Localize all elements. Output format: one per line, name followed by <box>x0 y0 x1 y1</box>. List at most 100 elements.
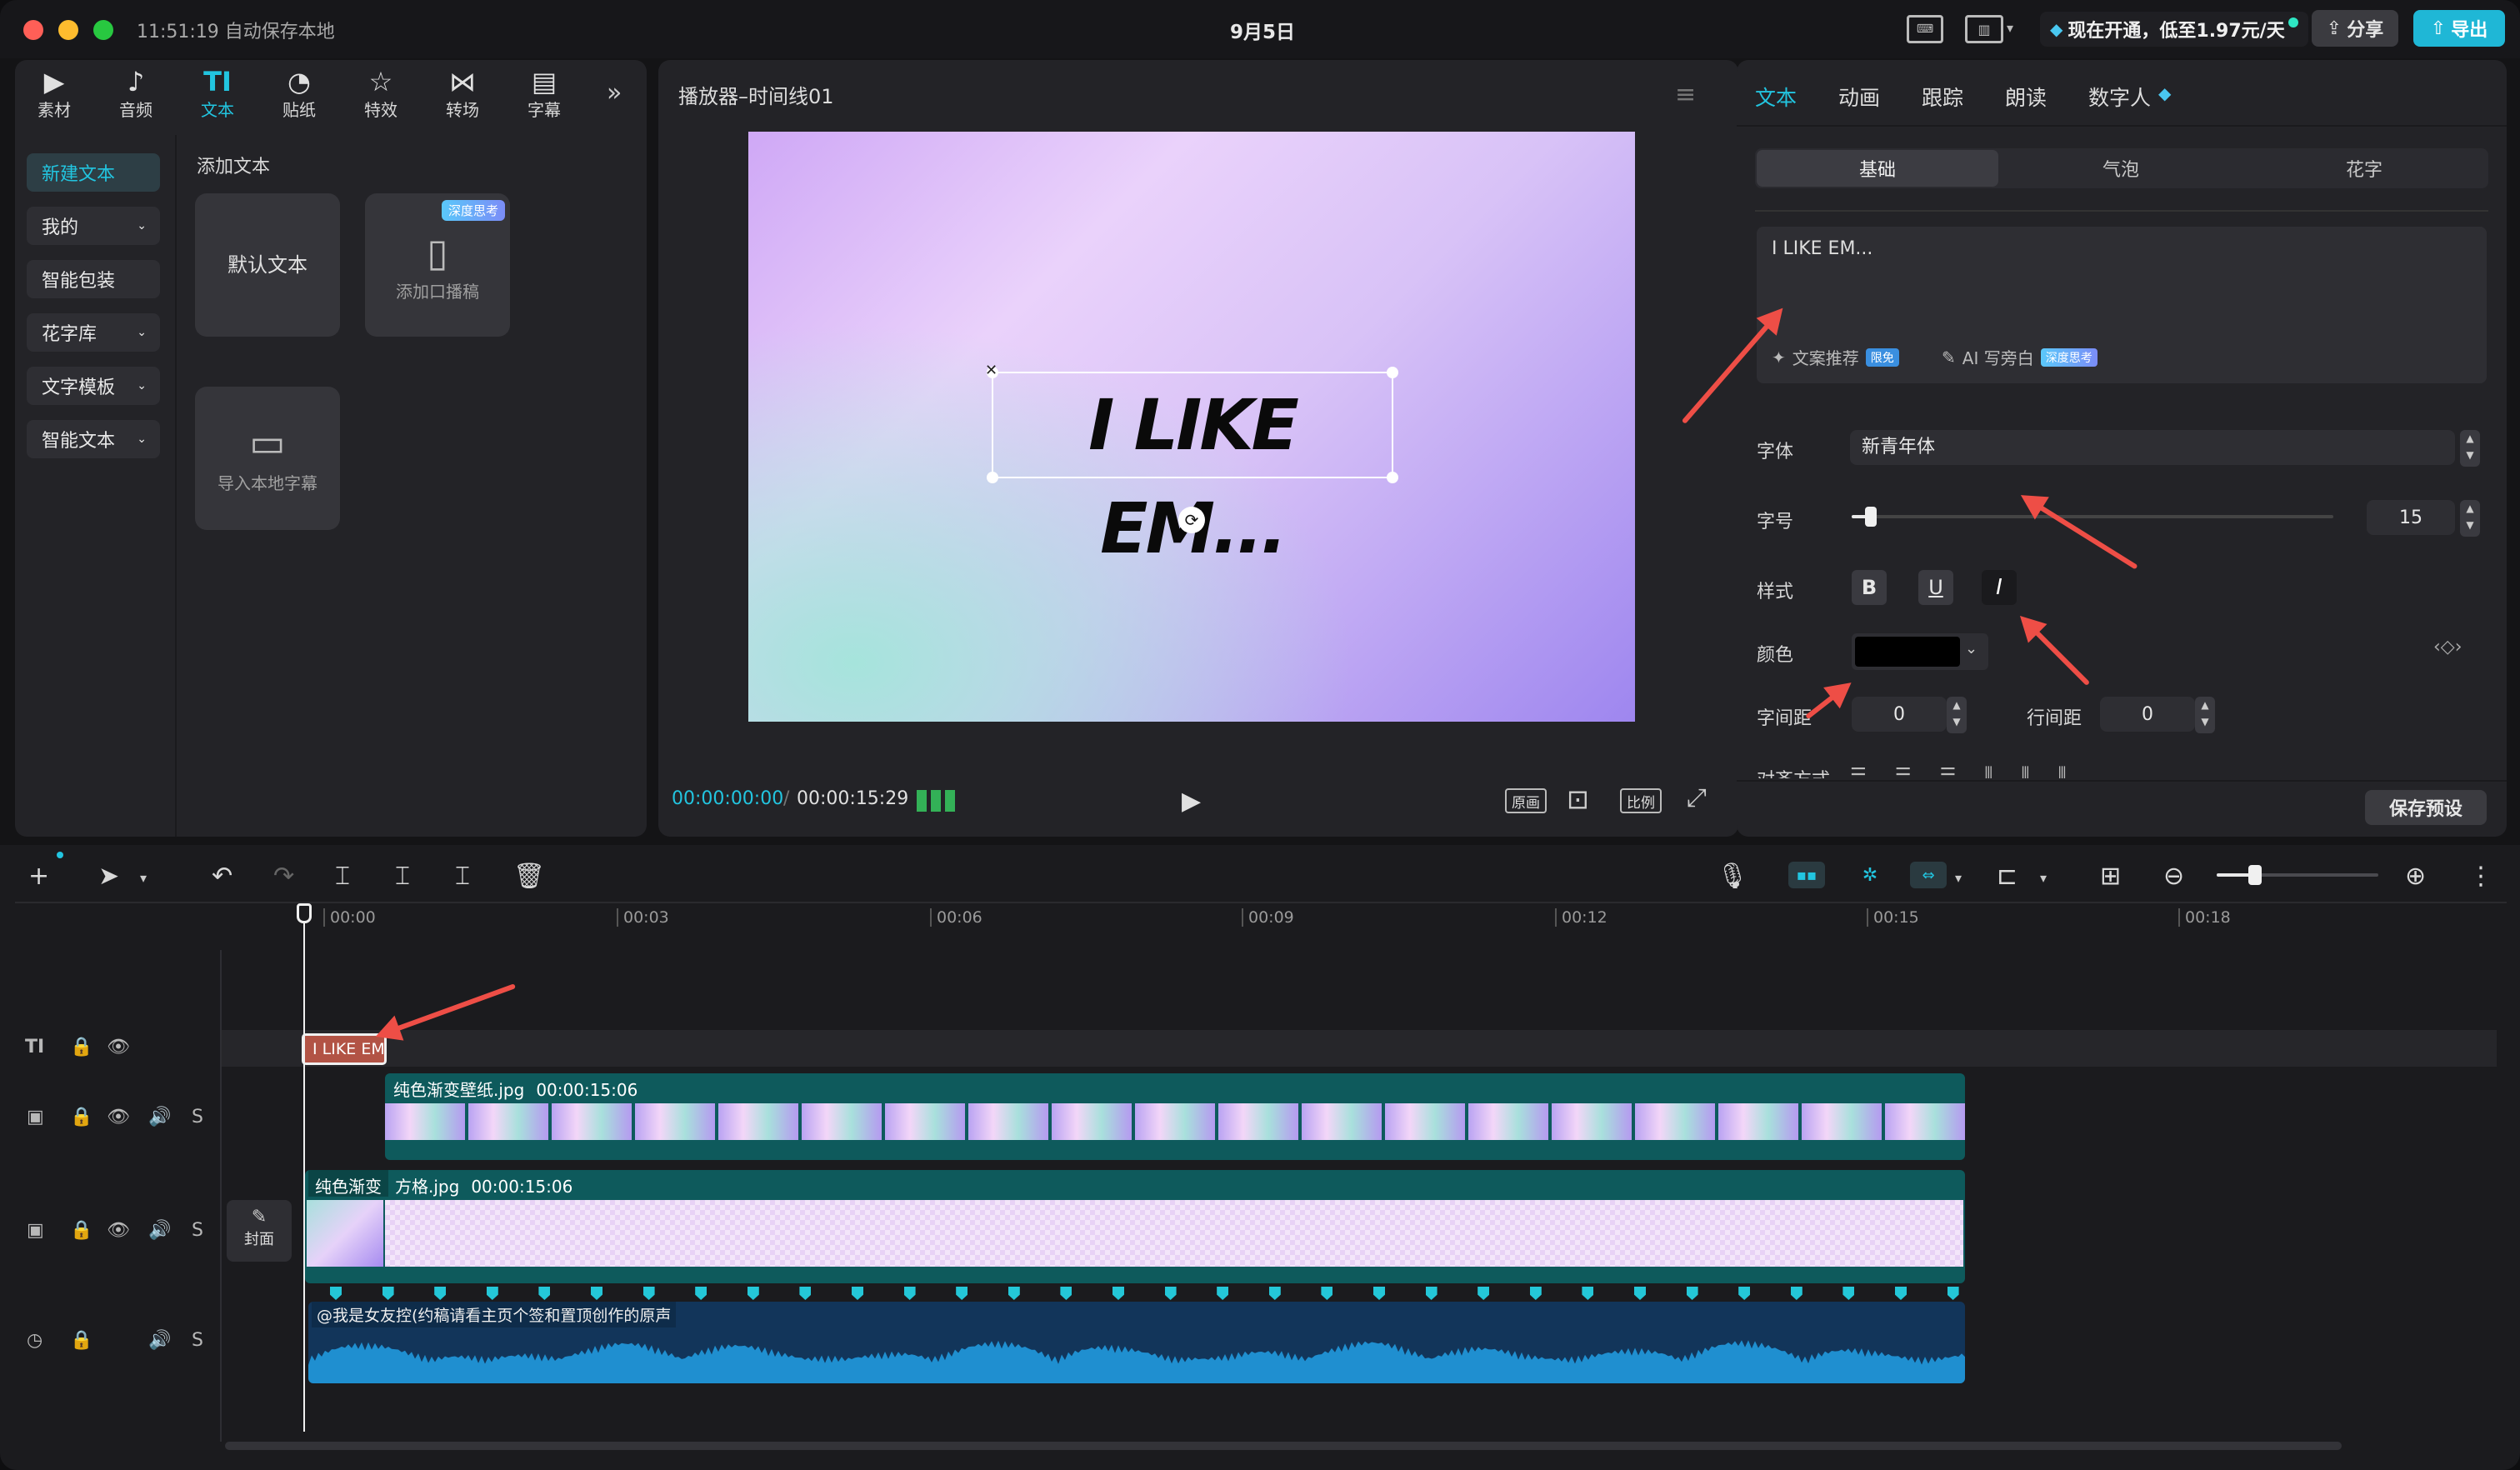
player-menu-icon[interactable]: ≡ <box>1675 80 1696 109</box>
timeline-scrollbar[interactable] <box>225 1442 2342 1450</box>
tab-inspector-read-aloud[interactable]: 朗读 <box>2005 82 2047 112</box>
redo-icon[interactable]: ↷ <box>273 862 294 891</box>
tab-text[interactable]: TI 文本 <box>180 67 255 125</box>
sidebar-item-smart-pack[interactable]: 智能包装 <box>27 260 160 298</box>
lock-icon[interactable]: 🔒 <box>70 1220 92 1241</box>
text-selection-box[interactable]: ✕ I LIKE EM... <box>985 362 1398 569</box>
line-spacing-stepper-icon[interactable]: ▲ ▼ <box>2195 697 2215 733</box>
import-subtitle-card[interactable]: ▭ 导入本地字幕 <box>195 387 340 530</box>
chevron-down-icon[interactable]: ▾ <box>140 870 147 886</box>
tab-sticker[interactable]: ◔ 贴纸 <box>262 67 337 125</box>
zoom-in-icon[interactable]: ⊕ <box>2405 862 2426 891</box>
subtab-basic[interactable]: 基础 <box>1757 150 1998 187</box>
letter-spacing-input[interactable]: 0 <box>1852 697 1947 732</box>
preview-axis-icon[interactable]: ⊏ <box>1997 862 2018 891</box>
thumbnail-view-icon[interactable]: ⊞ <box>2100 862 2121 891</box>
solo-icon[interactable]: S <box>192 1220 203 1241</box>
align-middle-icon[interactable]: ⫼ <box>2021 765 2029 778</box>
zoom-slider-thumb[interactable] <box>2248 865 2262 885</box>
zoom-fit-icon[interactable]: ⊡ <box>1567 783 1589 815</box>
play-icon[interactable]: ▶ <box>1182 787 1201 816</box>
auto-snap-icon[interactable]: ✲ <box>1852 860 1888 890</box>
promo-button[interactable]: ◆ 现在开通，低至1.97元/天 <box>2040 12 2308 47</box>
preview-canvas[interactable]: ✕ I LIKE EM... ⟳ <box>748 132 1635 722</box>
text-clip[interactable]: I LIKE EM <box>302 1033 387 1065</box>
save-preset-button[interactable]: 保存预设 <box>2365 790 2487 825</box>
microphone-icon[interactable]: 🎙 <box>1717 862 1748 891</box>
chevron-down-icon[interactable]: ▾ <box>2040 870 2047 886</box>
tab-audio[interactable]: ♪ 音频 <box>98 67 173 125</box>
keyframe-diamond-icon[interactable]: ‹◇› <box>2433 637 2462 658</box>
zoom-out-icon[interactable]: ⊖ <box>2163 862 2184 891</box>
chevron-down-icon[interactable]: ▾ <box>1955 870 1962 886</box>
volume-icon[interactable]: 🔊 <box>148 1330 171 1351</box>
zoom-window-button[interactable] <box>93 20 113 40</box>
eye-icon[interactable]: 👁 <box>107 1107 130 1128</box>
undo-icon[interactable]: ↶ <box>212 862 232 891</box>
sidebar-item-mine[interactable]: 我的 ⌄ <box>27 207 160 245</box>
tab-inspector-digital-human[interactable]: 数字人 <box>2088 82 2151 112</box>
tab-media[interactable]: ▶ 素材 <box>17 67 92 125</box>
share-button[interactable]: ⇪ 分享 <box>2312 10 2398 47</box>
sidebar-item-text-template[interactable]: 文字模板 ⌄ <box>27 367 160 405</box>
letter-spacing-stepper-icon[interactable]: ▲ ▼ <box>1947 697 1967 733</box>
solo-icon[interactable]: S <box>192 1107 203 1128</box>
rotate-icon[interactable]: ⟳ <box>1178 507 1205 533</box>
ai-write-button[interactable]: ✎ AI 写旁白 深度思考 <box>1942 345 2098 369</box>
export-button[interactable]: ⇧ 导出 <box>2413 10 2505 47</box>
tab-subtitle[interactable]: ▤ 字幕 <box>507 67 582 125</box>
size-slider-thumb[interactable] <box>1865 507 1877 527</box>
lock-icon[interactable]: 🔒 <box>70 1037 92 1058</box>
shortcuts-icon[interactable]: ⌨ <box>1907 15 1943 43</box>
color-picker[interactable]: ⌄ <box>1852 633 1988 670</box>
align-left-icon[interactable]: ☰ <box>1850 765 1867 778</box>
align-buttons[interactable]: ☰ ☰ ☰ ⫼ ⫼ ⫼ <box>1850 760 2200 778</box>
link-icon[interactable]: ⇔ <box>1910 862 1947 888</box>
align-center-icon[interactable]: ☰ <box>1895 765 1912 778</box>
align-right-icon[interactable]: ☰ <box>1939 765 1956 778</box>
subtab-flower-text[interactable]: 花字 <box>2243 150 2485 187</box>
volume-icon[interactable]: 🔊 <box>148 1220 171 1241</box>
tab-inspector-animation[interactable]: 动画 <box>1838 82 1880 112</box>
eye-icon[interactable]: 👁 <box>107 1037 130 1058</box>
size-input[interactable]: 15 <box>2367 500 2455 535</box>
playhead[interactable] <box>303 905 305 1432</box>
video-clip-gradient[interactable]: 纯色渐变壁纸.jpg 00:00:15:06 <box>385 1073 1965 1160</box>
font-stepper-icon[interactable]: ▲ ▼ <box>2460 430 2480 467</box>
italic-button[interactable]: I <box>1982 570 2017 605</box>
font-select[interactable]: 新青年体 <box>1850 430 2455 465</box>
more-options-icon[interactable]: ⋮ <box>2468 862 2493 891</box>
select-tool-icon[interactable]: ➤ <box>98 862 119 891</box>
tab-inspector-text[interactable]: 文本 <box>1755 82 1797 112</box>
bold-button[interactable]: B <box>1852 570 1887 605</box>
tab-transition[interactable]: ⋈ 转场 <box>425 67 500 125</box>
default-text-card[interactable]: 默认文本 <box>195 193 340 337</box>
solo-icon[interactable]: S <box>192 1330 203 1351</box>
main-track-clips[interactable]: 纯色渐变 方格.jpg 00:00:15:06 <box>305 1170 1965 1283</box>
sidebar-item-smart-text[interactable]: 智能文本 ⌄ <box>27 420 160 458</box>
align-bottom-icon[interactable]: ⫼ <box>2058 765 2066 778</box>
size-stepper-icon[interactable]: ▲ ▼ <box>2460 500 2480 537</box>
original-quality-button[interactable]: 原画 <box>1505 788 1547 813</box>
sidebar-item-flower-text[interactable]: 花字库 ⌄ <box>27 313 160 352</box>
align-top-icon[interactable]: ⫼ <box>1984 765 1992 778</box>
text-content-input[interactable]: I LIKE EM... ✦ 文案推荐 限免 ✎ AI 写旁白 深度思考 <box>1757 227 2487 383</box>
lock-icon[interactable]: 🔒 <box>70 1330 92 1351</box>
size-slider-track[interactable] <box>1852 515 2333 518</box>
tab-inspector-tracking[interactable]: 跟踪 <box>1922 82 1963 112</box>
split-right-icon[interactable]: ⌶ <box>455 862 470 891</box>
add-script-card[interactable]: 深度思考 ▯ 添加口播稿 <box>365 193 510 337</box>
minimize-window-button[interactable] <box>58 20 78 40</box>
split-icon[interactable]: ⌶ <box>335 862 350 891</box>
layout-chevron-icon[interactable]: ▾ <box>2007 20 2013 36</box>
copy-suggest-button[interactable]: ✦ 文案推荐 限免 <box>1772 345 1899 369</box>
line-spacing-input[interactable]: 0 <box>2100 697 2195 732</box>
main-track-link-icon[interactable]: ▪▪ <box>1788 862 1825 888</box>
layout-icon[interactable]: ▥ <box>1965 15 2003 43</box>
playhead-handle[interactable] <box>297 903 312 923</box>
more-tabs-icon[interactable]: » <box>607 78 622 108</box>
close-window-button[interactable] <box>23 20 43 40</box>
tab-effects[interactable]: ☆ 特效 <box>343 67 418 125</box>
audio-clip[interactable]: @我是女友控(约稿请看主页个签和置顶创作的原声 <box>308 1302 1965 1383</box>
fullscreen-icon[interactable]: ⤢ <box>1687 783 1707 812</box>
